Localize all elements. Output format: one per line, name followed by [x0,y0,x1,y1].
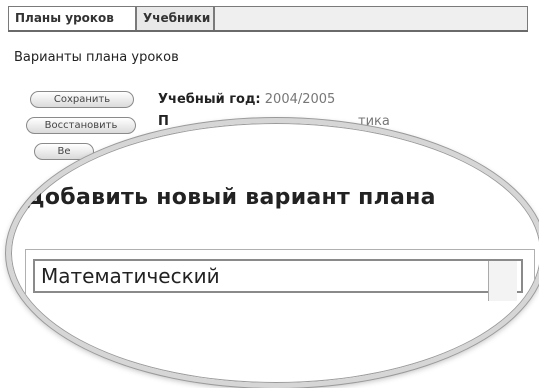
school-year-value: 2004/2005 [264,92,336,107]
input-scrollbar[interactable] [488,261,517,301]
restore-button[interactable]: Восстановить [26,117,136,134]
save-button[interactable]: Сохранить [30,91,134,108]
subject-label-partial: П [158,114,169,129]
tab-bar-filler [214,6,528,30]
magnifier-lens: Добавить новый вариант плана Математичес… [6,118,539,388]
section-title: Варианты плана уроков [14,50,179,65]
tab-lesson-plans[interactable]: Планы уроков [8,6,136,30]
school-year-field: Учебный год: 2004/2005 [158,92,335,107]
school-year-label: Учебный год: [158,92,261,107]
tab-textbooks[interactable]: Учебники [136,6,214,30]
add-variant-heading: Добавить новый вариант плана [25,185,436,210]
tab-bar: Планы уроков Учебники [8,4,528,32]
variant-name-input[interactable]: Математический [33,259,523,293]
